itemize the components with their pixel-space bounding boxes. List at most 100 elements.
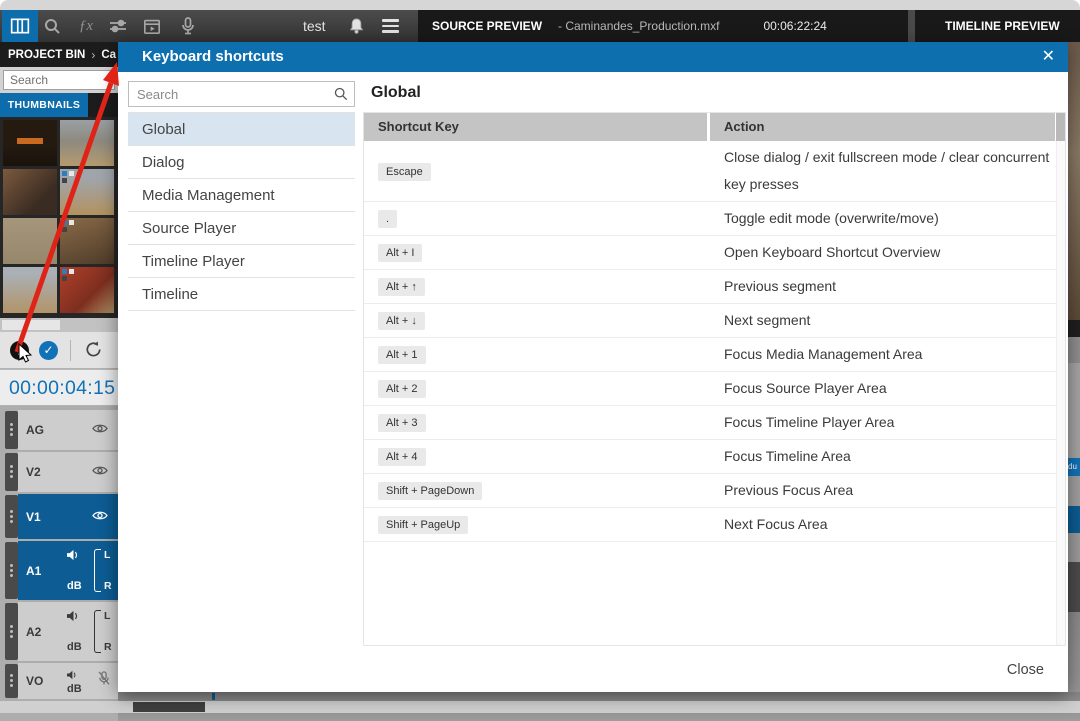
category-item[interactable]: Global xyxy=(128,113,355,146)
table-row: Alt + 3 Focus Timeline Player Area xyxy=(364,406,1065,440)
track-visibility-eye-icon[interactable] xyxy=(92,463,108,481)
player-timecode: 00:00:04:15 xyxy=(0,370,118,406)
columns-icon xyxy=(10,17,30,35)
notifications-bell-icon[interactable] xyxy=(344,10,368,42)
action-cell: Close dialog / exit fullscreen mode / cl… xyxy=(707,141,1065,201)
table-body: Escape Close dialog / exit fullscreen mo… xyxy=(364,141,1065,542)
clip-thumbnail[interactable] xyxy=(3,120,57,166)
track-header-ag[interactable]: AG xyxy=(0,410,118,450)
table-scrollbar-track[interactable] xyxy=(1056,141,1065,645)
track-label: VO xyxy=(26,674,43,688)
column-header-shortcut-key: Shortcut Key xyxy=(364,113,707,141)
action-cell: Next segment xyxy=(707,304,1065,337)
key-badge: Alt + 3 xyxy=(378,414,426,432)
project-bin-title[interactable]: PROJECT BIN xyxy=(8,49,85,61)
table-scrollbar-thumb[interactable] xyxy=(1056,113,1065,141)
bin-horizontal-scrollbar[interactable] xyxy=(0,318,118,332)
track-visibility-eye-icon[interactable] xyxy=(92,508,108,526)
shortcut-key-cell: Alt + ↓ xyxy=(364,311,707,330)
effects-icon[interactable]: ƒx xyxy=(74,10,98,42)
track-label: A1 xyxy=(26,564,41,578)
clip-thumbnail[interactable] xyxy=(60,218,114,264)
timeline-playhead-tick xyxy=(212,693,215,700)
track-drag-handle[interactable] xyxy=(5,542,18,599)
category-item[interactable]: Media Management xyxy=(128,179,355,212)
track-visibility-eye-icon[interactable] xyxy=(92,421,108,439)
category-item[interactable]: Timeline xyxy=(128,278,355,311)
shortcut-key-cell: Alt + 4 xyxy=(364,447,707,466)
track-drag-handle[interactable] xyxy=(5,453,18,491)
shortcut-search-input[interactable] xyxy=(129,82,354,106)
tab-thumbnails[interactable]: THUMBNAILS xyxy=(0,93,88,117)
track-db-label[interactable]: dB xyxy=(67,641,82,653)
category-item[interactable]: Timeline Player xyxy=(128,245,355,278)
shortcut-key-cell: . xyxy=(364,209,707,228)
table-row: Alt + I Open Keyboard Shortcut Overview xyxy=(364,236,1065,270)
timeline-clip-edge-blue xyxy=(1068,506,1080,533)
monitor-toolbar: i ✓ xyxy=(0,332,118,369)
key-badge: Escape xyxy=(378,163,431,181)
category-item[interactable]: Source Player xyxy=(128,212,355,245)
clip-thumbnail[interactable] xyxy=(3,169,57,215)
channel-right-label: R xyxy=(104,580,112,592)
timeline-horizontal-scrollbar[interactable] xyxy=(0,701,1080,713)
clip-thumbnail[interactable] xyxy=(3,218,57,264)
table-row: Alt + 1 Focus Media Management Area xyxy=(364,338,1065,372)
key-badge: Alt + ↑ xyxy=(378,278,425,296)
info-button[interactable]: i xyxy=(10,341,29,360)
track-speaker-icon[interactable] xyxy=(66,609,80,627)
bin-search-input[interactable] xyxy=(3,70,115,90)
clip-thumbnail[interactable] xyxy=(3,267,57,313)
shortcut-search-box xyxy=(128,81,355,107)
shortcut-key-cell: Alt + I xyxy=(364,243,707,262)
breadcrumb-folder[interactable]: Ca xyxy=(101,49,116,61)
track-db-label[interactable]: dB xyxy=(67,683,82,695)
track-drag-handle[interactable] xyxy=(5,603,18,660)
action-cell: Previous Focus Area xyxy=(707,474,1065,507)
microphone-icon[interactable] xyxy=(176,10,200,42)
clip-thumbnail[interactable] xyxy=(60,169,114,215)
key-badge: Alt + I xyxy=(378,244,422,262)
scrollbar-thumb[interactable] xyxy=(133,702,205,712)
main-menu-icon[interactable] xyxy=(382,19,399,36)
shortcut-key-cell: Escape xyxy=(364,162,707,181)
shortcut-key-cell: Alt + 3 xyxy=(364,413,707,432)
clip-thumbnail[interactable] xyxy=(60,120,114,166)
user-label[interactable]: test xyxy=(303,10,326,42)
key-badge: Alt + ↓ xyxy=(378,312,425,330)
track-db-label[interactable]: dB xyxy=(67,580,82,592)
track-drag-handle[interactable] xyxy=(5,411,18,449)
track-header-a2[interactable]: A2 dB L R xyxy=(0,602,118,661)
accept-button[interactable]: ✓ xyxy=(39,341,58,360)
track-header-v1[interactable]: V1 xyxy=(0,494,118,539)
category-item[interactable]: Dialog xyxy=(128,146,355,179)
close-button[interactable]: Close xyxy=(1007,662,1044,678)
close-icon[interactable]: ✕ xyxy=(1042,42,1055,71)
table-header: Shortcut Key Action xyxy=(364,113,1065,141)
timeline-preview-header: TIMELINE PREVIEW xyxy=(915,10,1080,42)
voiceover-mic-icon[interactable] xyxy=(98,671,110,691)
table-row: Alt + 4 Focus Timeline Area xyxy=(364,440,1065,474)
key-badge: Alt + 2 xyxy=(378,380,426,398)
ingest-icon[interactable] xyxy=(140,10,164,42)
track-drag-handle[interactable] xyxy=(5,664,18,698)
track-header-a1[interactable]: A1 dB L R xyxy=(0,541,118,600)
track-drag-handle[interactable] xyxy=(5,495,18,538)
shortcut-key-cell: Alt + 2 xyxy=(364,379,707,398)
shortcut-table: Shortcut Key Action Escape Close dialog … xyxy=(363,112,1066,646)
settings-sliders-icon[interactable] xyxy=(106,10,130,42)
track-speaker-icon[interactable] xyxy=(66,548,80,566)
key-badge: Alt + 4 xyxy=(378,448,426,466)
action-cell: Focus Timeline Area xyxy=(707,440,1065,473)
track-label: A2 xyxy=(26,625,41,639)
preview-divider xyxy=(908,10,915,42)
column-header-action: Action xyxy=(710,113,1055,141)
search-icon[interactable] xyxy=(40,10,64,42)
refresh-icon[interactable] xyxy=(84,340,103,364)
clip-thumbnail[interactable] xyxy=(60,267,114,313)
media-library-button[interactable] xyxy=(2,10,38,42)
track-header-vo[interactable]: VO dB xyxy=(0,663,118,699)
key-badge: . xyxy=(378,210,397,228)
track-header-v2[interactable]: V2 xyxy=(0,452,118,492)
table-row: Shift + PageUp Next Focus Area xyxy=(364,508,1065,542)
